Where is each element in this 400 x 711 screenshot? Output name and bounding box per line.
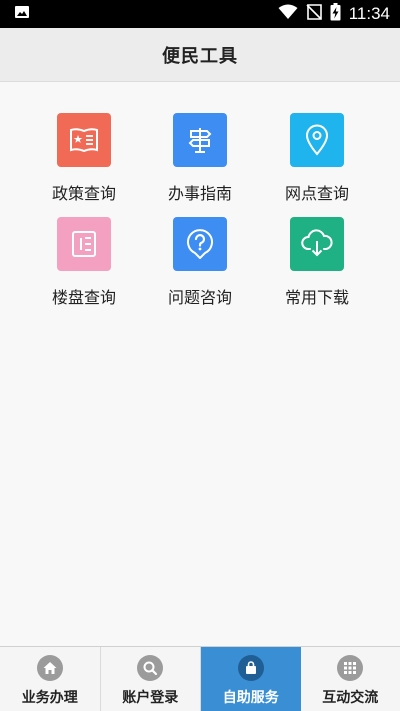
question-bubble-icon [173,217,227,271]
tool-grid: 政策查询 办事指南 网点查询 楼盘查询 问题咨询 常用下载 [0,82,400,646]
cloud-download-icon [290,217,344,271]
status-time: 11:34 [348,4,390,23]
no-sim-icon [306,4,322,24]
tool-label: 网点查询 [284,184,349,203]
tool-label: 政策查询 [51,184,116,203]
search-icon [137,655,164,681]
tool-branch-query[interactable]: 网点查询 [257,113,377,213]
bag-icon [237,655,264,681]
nav-item-interaction[interactable]: 互动交流 [301,647,400,711]
tool-policy-query[interactable]: 政策查询 [24,113,144,213]
nav-label: 互动交流 [322,690,379,706]
bottom-nav: 业务办理 账户登录 自助服务 互动交流 [0,646,400,711]
tool-service-guide[interactable]: 办事指南 [140,113,260,213]
status-bar: 11:34 [0,0,400,28]
tool-label: 楼盘查询 [51,288,116,307]
nav-item-business[interactable]: 业务办理 [0,647,101,711]
tool-label: 办事指南 [167,184,232,203]
signpost-icon [173,113,227,167]
building-icon [57,217,111,271]
wifi-icon [278,4,298,24]
nav-item-account-login[interactable]: 账户登录 [101,647,201,711]
nav-label: 自助服务 [222,690,279,706]
tool-label: 问题咨询 [167,288,232,307]
grid-icon [337,655,364,681]
image-icon [14,4,30,24]
nav-item-self-service[interactable]: 自助服务 [201,647,301,711]
tool-question-consult[interactable]: 问题咨询 [140,217,260,317]
tool-common-download[interactable]: 常用下载 [257,217,377,317]
tool-label: 常用下载 [284,288,349,307]
tool-property-query[interactable]: 楼盘查询 [24,217,144,317]
nav-label: 业务办理 [21,690,78,706]
home-icon [36,655,63,681]
policy-book-icon [57,113,111,167]
title-bar: 便民工具 [0,28,400,82]
nav-label: 账户登录 [122,690,179,706]
location-pin-icon [290,113,344,167]
page-title: 便民工具 [162,45,238,67]
battery-charging-icon [330,3,341,25]
